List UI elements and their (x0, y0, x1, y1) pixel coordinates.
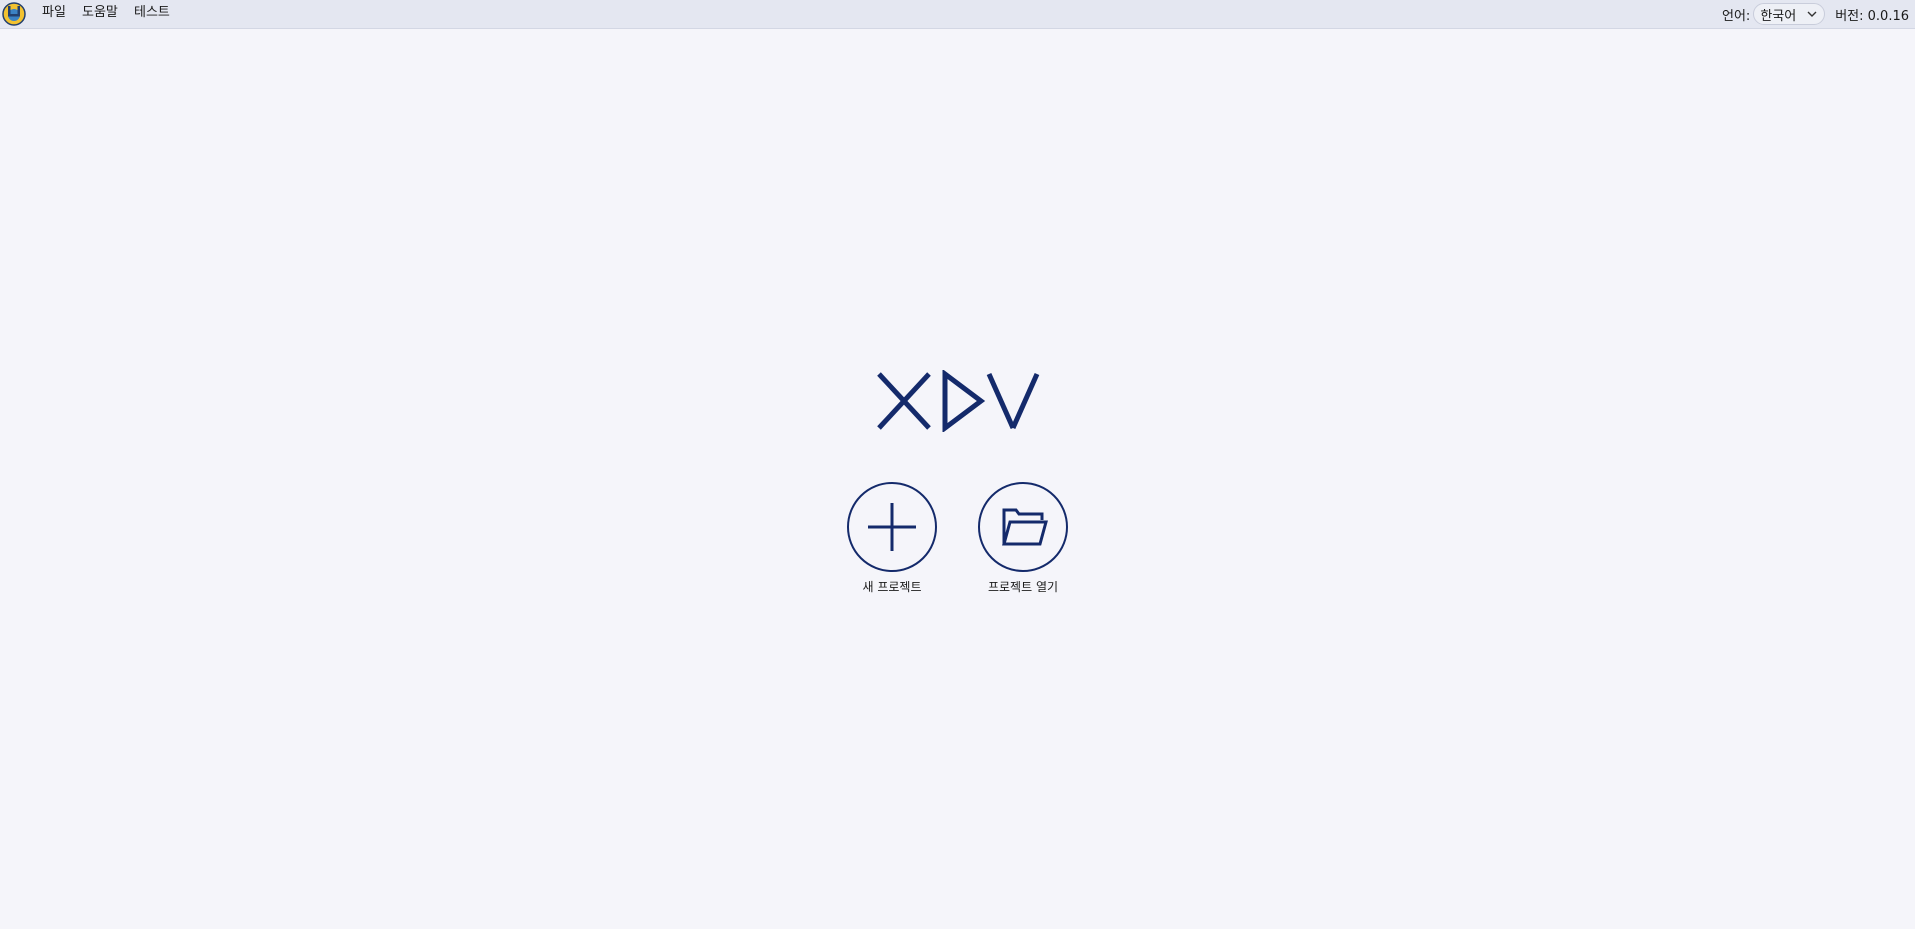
new-project-button[interactable] (847, 482, 937, 572)
plus-icon (868, 503, 916, 551)
open-project-label: 프로젝트 열기 (987, 580, 1059, 594)
language-value: 한국어 (1760, 8, 1797, 24)
menu-file[interactable]: 파일 (34, 0, 74, 28)
language-label: 언어: (1722, 8, 1751, 24)
new-project-label: 새 프로젝트 (862, 580, 922, 594)
menubar-right: 언어: 한국어 버전: 0.0.16 (1722, 0, 1915, 28)
menu-bar: 파일 도움말 테스트 언어: 한국어 버전: 0.0.16 (0, 0, 1915, 29)
menu-help[interactable]: 도움말 (74, 0, 126, 28)
version-text: 버전: 0.0.16 (1835, 8, 1909, 24)
xdv-logo (875, 369, 1041, 433)
app-logo-icon (2, 2, 26, 26)
open-project-button[interactable] (978, 482, 1068, 572)
chevron-down-icon (1806, 8, 1818, 20)
menu-test[interactable]: 테스트 (126, 0, 178, 28)
new-project-action: 새 프로젝트 (827, 482, 957, 595)
folder-open-icon (1002, 508, 1048, 546)
language-select[interactable]: 한국어 (1753, 3, 1826, 25)
open-project-action: 프로젝트 열기 (958, 482, 1088, 595)
